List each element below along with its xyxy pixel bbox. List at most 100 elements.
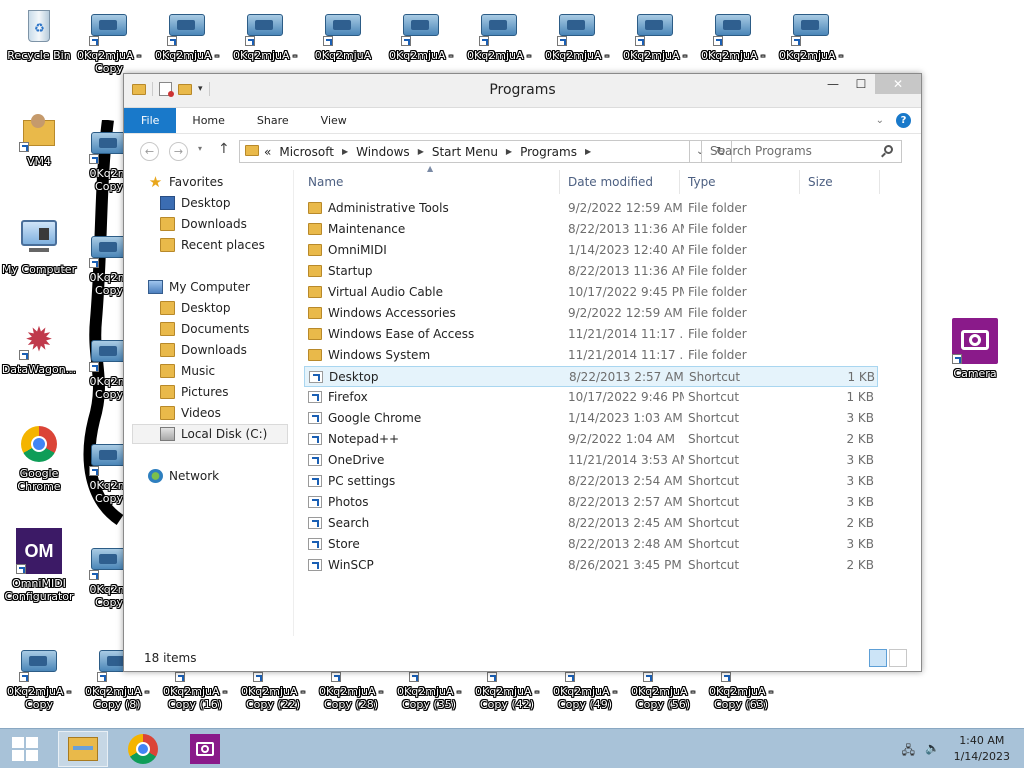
desktop-icon-my-computer[interactable]: My Computer: [0, 216, 78, 276]
help-icon[interactable]: ?: [896, 113, 911, 128]
large-icons-view-button[interactable]: [889, 649, 907, 667]
desktop-icon-vpn-shortcut[interactable]: 0Kq2mjuA -: [616, 6, 694, 62]
nav-my-computer[interactable]: My Computer: [148, 277, 250, 297]
file-name: Notepad++: [328, 432, 400, 446]
desktop-icon-vpn-shortcut[interactable]: 0Kq2mjuA -: [694, 6, 772, 62]
close-button[interactable]: ✕: [875, 74, 921, 94]
start-button[interactable]: [12, 737, 38, 761]
desktop-icon-vpn-shortcut[interactable]: 0Kq2mjuA -: [538, 6, 616, 62]
column-header-type[interactable]: Type: [682, 170, 800, 194]
breadcrumb-overflow[interactable]: «: [264, 145, 271, 159]
file-row[interactable]: Search 8/22/2013 2:45 AM Shortcut 2 KB: [304, 513, 878, 534]
desktop-icon-vpn-shortcut[interactable]: 0Kq2mjuA -: [226, 6, 304, 62]
chevron-right-icon[interactable]: ▶: [506, 147, 512, 156]
chevron-right-icon[interactable]: ▶: [585, 147, 591, 156]
minimize-button[interactable]: —: [819, 74, 847, 94]
folder-icon: [308, 223, 322, 235]
file-row[interactable]: Store 8/22/2013 2:48 AM Shortcut 3 KB: [304, 534, 878, 555]
search-icon[interactable]: [884, 145, 893, 154]
desktop-icon-camera[interactable]: Camera: [936, 318, 1014, 380]
tab-home[interactable]: Home: [176, 108, 240, 133]
address-bar[interactable]: « Microsoft ▶ Windows ▶ Start Menu ▶ Pro…: [239, 140, 690, 163]
back-button[interactable]: ←: [140, 142, 159, 161]
file-name: Search: [328, 516, 370, 530]
nav-fav-recent-places[interactable]: Recent places: [160, 235, 265, 255]
file-row[interactable]: WinSCP 8/26/2021 3:45 PM Shortcut 2 KB: [304, 555, 878, 576]
nav-favorites[interactable]: ★ Favorites: [148, 172, 223, 192]
desktop-icon-vpn-shortcut[interactable]: 0Kq2mjuA -: [148, 6, 226, 62]
column-header-name[interactable]: Name: [302, 170, 560, 194]
breadcrumb-programs[interactable]: Programs: [520, 145, 577, 159]
desktop-icon-omnimidi-configurator[interactable]: OM OmniMIDI Configurator: [0, 528, 78, 603]
desktop-icon-vpn-shortcut[interactable]: 0Kq2mjuA: [304, 6, 382, 62]
desktop-icon-vpn-shortcut[interactable]: 0Kq2mjuA -: [382, 6, 460, 62]
file-row[interactable]: Windows Ease of Access 11/21/2014 11:17 .…: [304, 324, 878, 345]
file-type: Shortcut: [688, 453, 740, 467]
file-row[interactable]: Google Chrome 1/14/2023 1:03 AM Shortcut 3 …: [304, 408, 878, 429]
file-row[interactable]: Firefox 10/17/2022 9:46 PM Shortcut 1 KB: [304, 387, 878, 408]
tab-file[interactable]: File: [124, 108, 177, 133]
breadcrumb-start-menu[interactable]: Start Menu: [432, 145, 498, 159]
forward-button[interactable]: →: [169, 142, 188, 161]
nav-pc-downloads[interactable]: Downloads: [160, 340, 247, 360]
desktop-icon-vpn-shortcut[interactable]: 0Kq2mjuA -: [460, 6, 538, 62]
expand-ribbon-chevron-icon[interactable]: ⌄: [876, 115, 884, 126]
breadcrumb-windows[interactable]: Windows: [356, 145, 410, 159]
desktop-icon-google-chrome[interactable]: Google Chrome: [0, 424, 78, 493]
search-input[interactable]: Search Programs: [701, 140, 902, 163]
taskbar-camera[interactable]: [180, 731, 230, 767]
desktop-icon-datawagon[interactable]: ✹ DataWagon...: [0, 320, 78, 376]
file-type: Shortcut: [688, 558, 740, 572]
user-folder-icon: [19, 112, 59, 152]
taskbar-file-explorer[interactable]: [58, 731, 108, 767]
file-row[interactable]: PC settings 8/22/2013 2:54 AM Shortcut 3 KB: [304, 471, 878, 492]
desktop-icon-vpn-shortcut[interactable]: 0Kq2mjuA - Copy: [70, 6, 148, 75]
nav-pc-local-disk[interactable]: Local Disk (C:): [132, 424, 288, 444]
tab-view[interactable]: View: [305, 108, 363, 133]
file-row[interactable]: OmniMIDI 1/14/2023 12:40 AM File folder: [304, 240, 878, 261]
nav-network[interactable]: Network: [148, 466, 219, 486]
network-tray-icon[interactable]: 🖧: [902, 741, 915, 762]
nav-fav-desktop[interactable]: Desktop: [160, 193, 231, 213]
file-row[interactable]: Administrative Tools 9/2/2022 12:59 AM Fil…: [304, 198, 878, 219]
volume-icon[interactable]: 🔈: [925, 741, 940, 762]
file-row[interactable]: Desktop 8/22/2013 2:57 AM Shortcut 1 KB: [304, 366, 878, 387]
file-date-modified: 8/22/2013 11:36 AM: [568, 264, 684, 278]
desktop-icon-vpn-shortcut[interactable]: 0Kq2mjuA -: [772, 6, 850, 62]
chevron-right-icon[interactable]: ▶: [342, 147, 348, 156]
tab-share[interactable]: Share: [241, 108, 305, 133]
chevron-right-icon[interactable]: ▶: [418, 147, 424, 156]
file-row[interactable]: Photos 8/22/2013 2:57 AM Shortcut 3 KB: [304, 492, 878, 513]
desktop-icon-vpn-shortcut[interactable]: 0Kq2mjuA - Copy: [0, 642, 78, 711]
nav-pc-videos[interactable]: Videos: [160, 403, 221, 423]
up-button[interactable]: ↑: [218, 141, 230, 157]
desktop-icon-label: 0Kq2mjuA - Copy (49): [553, 685, 617, 711]
file-row[interactable]: Maintenance 8/22/2013 11:36 AM File folder: [304, 219, 878, 240]
nav-pc-music[interactable]: Music: [160, 361, 215, 381]
file-row[interactable]: Notepad++ 9/2/2022 1:04 AM Shortcut 2 KB: [304, 429, 878, 450]
chrome-icon: [19, 424, 59, 464]
file-row[interactable]: OneDrive 11/21/2014 3:53 AM Shortcut 3 KB: [304, 450, 878, 471]
clock[interactable]: 1:40 AM 1/14/2023: [954, 733, 1010, 765]
column-header-date-modified[interactable]: Date modified: [562, 170, 680, 194]
vpn-shortcut-icon: [791, 6, 831, 46]
file-row[interactable]: Windows System 11/21/2014 11:17 ... File f…: [304, 345, 878, 366]
file-row[interactable]: Startup 8/22/2013 11:36 AM File folder: [304, 261, 878, 282]
column-header-size[interactable]: Size: [802, 170, 880, 194]
nav-fav-downloads[interactable]: Downloads: [160, 214, 247, 234]
breadcrumb-microsoft[interactable]: Microsoft: [279, 145, 334, 159]
desktop-icon-vm4[interactable]: VM4: [0, 112, 78, 168]
file-type: Shortcut: [688, 495, 740, 509]
nav-pc-pictures[interactable]: Pictures: [160, 382, 229, 402]
nav-pc-documents[interactable]: Documents: [160, 319, 249, 339]
details-view-button[interactable]: [869, 649, 887, 667]
taskbar-google-chrome[interactable]: [118, 731, 168, 767]
file-row[interactable]: Virtual Audio Cable 10/17/2022 9:45 PM Fil…: [304, 282, 878, 303]
nav-pc-desktop[interactable]: Desktop: [160, 298, 231, 318]
desktop-icon-recycle-bin[interactable]: ♻ Recycle Bin: [0, 6, 78, 62]
title-bar[interactable]: ▾ Programs — ☐ ✕: [124, 74, 921, 108]
network-icon: [148, 469, 163, 483]
recent-locations-chevron-icon[interactable]: ▾: [198, 144, 202, 153]
file-row[interactable]: Windows Accessories 9/2/2022 12:59 AM File…: [304, 303, 878, 324]
maximize-button[interactable]: ☐: [847, 74, 875, 94]
